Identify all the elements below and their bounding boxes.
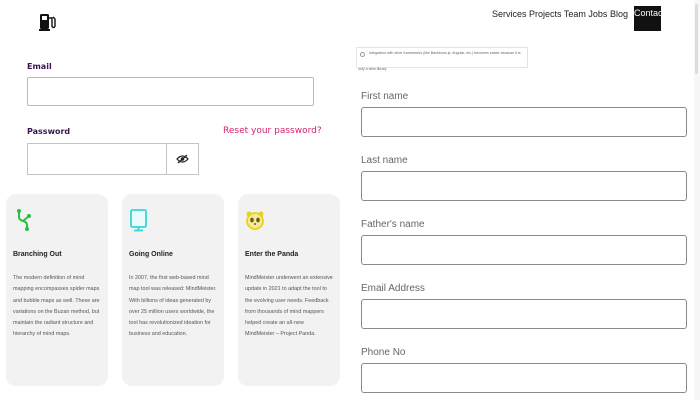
email-input[interactable] [27, 77, 314, 106]
scrollbar-thumb[interactable] [695, 4, 698, 74]
card-title: Going Online [129, 251, 173, 258]
page-scrollbar[interactable] [694, 0, 700, 400]
card-title: Branching Out [13, 251, 62, 258]
branch-icon [17, 209, 31, 231]
top-navigation: Services Projects Team Jobs Blog [492, 9, 628, 19]
email-label: Email [27, 62, 52, 71]
nav-item-jobs[interactable]: Jobs [588, 9, 607, 19]
last-name-input[interactable] [361, 171, 687, 201]
card-body: The modern definition of mind mapping en… [13, 275, 100, 338]
eye-slash-icon [176, 154, 189, 164]
card-body: In 2007, the first web-based mind map to… [129, 275, 217, 338]
password-input[interactable] [27, 143, 167, 175]
contact-button[interactable]: Contact [634, 6, 661, 31]
radio-circle-icon [360, 52, 365, 57]
notice-text: Integration with other frameworks (like … [369, 51, 521, 55]
info-notice: Integration with other frameworks (like … [356, 47, 528, 68]
reset-password-link[interactable]: Reset your password? [223, 126, 322, 136]
email-address-label: Email Address [361, 283, 425, 294]
first-name-input[interactable] [361, 107, 687, 137]
panda-icon [246, 211, 264, 230]
first-name-label: First name [361, 91, 409, 102]
email-address-input[interactable] [361, 299, 687, 329]
last-name-label: Last name [361, 155, 408, 166]
card-body: MindMeister underwent an extensive updat… [245, 275, 333, 338]
password-label: Password [27, 127, 71, 136]
card-branching-out: Branching Out The modern definition of m… [6, 194, 108, 386]
phone-no-input[interactable] [361, 363, 687, 393]
card-title: Enter the Panda [245, 251, 299, 258]
fuel-pump-icon [39, 14, 56, 31]
monitor-icon [130, 209, 147, 232]
fathers-name-label: Father's name [361, 219, 425, 230]
phone-no-label: Phone No [361, 347, 406, 358]
card-going-online: Going Online In 2007, the first web-base… [122, 194, 224, 386]
fathers-name-input[interactable] [361, 235, 687, 265]
nav-item-projects[interactable]: Projects [529, 9, 562, 19]
nav-item-team[interactable]: Team [564, 9, 586, 19]
nav-item-services[interactable]: Services [492, 9, 527, 19]
card-enter-the-panda: Enter the Panda MindMeister underwent an… [238, 194, 340, 386]
notice-tail-text: only a view library [358, 67, 387, 71]
nav-item-blog[interactable]: Blog [610, 9, 628, 19]
toggle-password-visibility-button[interactable] [166, 143, 199, 175]
